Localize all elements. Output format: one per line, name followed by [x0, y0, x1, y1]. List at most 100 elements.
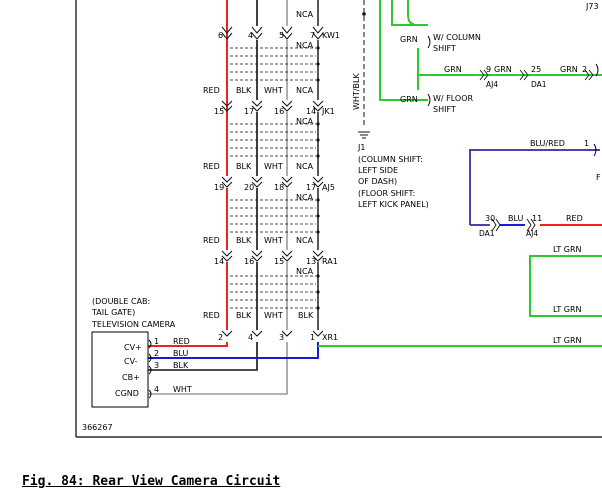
- shift-column-label-2: SHIFT: [433, 44, 456, 53]
- grn-run-color-2: GRN: [494, 65, 512, 74]
- blu-red-letter: F: [596, 173, 601, 182]
- xr1-pin-3: 3: [279, 333, 284, 342]
- aj5-pin-2: 20: [244, 183, 254, 192]
- connector-kw1: NCA 6 4 5 7 KW1 NCA: [218, 10, 340, 50]
- aj5-id: AJ5: [322, 183, 335, 192]
- xr1-color-2: BLK: [236, 311, 252, 320]
- grn-run-color-3: GRN: [560, 65, 578, 74]
- ground-j1: WHT/BLK J1 (COLUMN SHIFT: LEFT SIDE OF D…: [352, 0, 429, 209]
- wiring-diagram: NCA 6 4 5 7 KW1 NCA RED BLK WHT NCA 15 1…: [75, 0, 602, 438]
- figure-caption: Fig. 84: Rear View Camera Circuit: [22, 474, 281, 489]
- camera-wire-color-4: WHT: [173, 385, 192, 394]
- ra1-color-3: WHT: [264, 236, 283, 245]
- aj5-pin-4: 17: [306, 183, 316, 192]
- jk1-pin-1: 15: [214, 107, 224, 116]
- blu-red-pin: 1: [584, 139, 589, 148]
- camera-title-line-1: (DOUBLE CAB:: [92, 297, 150, 306]
- xr1-id: XR1: [322, 333, 338, 342]
- ground-id: J1: [357, 143, 365, 152]
- connector-jk1: RED BLK WHT NCA 15 17 16 14 JK1 NCA: [203, 86, 335, 126]
- kw1-nca: NCA: [296, 41, 314, 50]
- aj5-pin-3: 18: [274, 183, 284, 192]
- figure-id: 366267: [82, 423, 113, 432]
- kw1-pin-2: 4: [248, 31, 253, 40]
- kw1-pin-3: 5: [279, 31, 284, 40]
- ground-note-2: LEFT SIDE: [358, 166, 398, 175]
- aj5-color-2: BLK: [236, 162, 252, 171]
- nca-top: NCA: [296, 10, 314, 19]
- kw1-pin-1: 6: [218, 31, 223, 40]
- television-camera: (DOUBLE CAB: TAIL GATE) TELEVISION CAMER…: [91, 297, 192, 408]
- connector-aj5: RED BLK WHT NCA 19 20 18 17 AJ5 NCA: [203, 162, 335, 202]
- ra1-id: RA1: [322, 257, 338, 266]
- shift-wire-floor: [379, 0, 428, 101]
- lt-grn-circuit: LT GRN LT GRN LT GRN: [318, 245, 602, 347]
- lt-grn-label-3: LT GRN: [553, 336, 582, 345]
- camera-pin-num-4: 4: [154, 385, 159, 394]
- ground-note-4: (FLOOR SHIFT:: [358, 189, 415, 198]
- blu-red-run-conn-left: DA1: [479, 229, 495, 238]
- jk1-nca-below: NCA: [296, 117, 314, 126]
- grn-run-pin-3: 2: [582, 65, 587, 74]
- ra1-color-2: BLK: [236, 236, 252, 245]
- xr1-color-3: WHT: [264, 311, 283, 320]
- xr1-pin-4: 1: [310, 333, 315, 342]
- camera-pin-num-1: 1: [154, 337, 159, 346]
- grn-run-conn-2: DA1: [531, 80, 547, 89]
- camera-wire-color-2: BLU: [173, 349, 189, 358]
- xr1-pin-2: 4: [248, 333, 253, 342]
- grn-run-pin-1: 9: [486, 65, 491, 74]
- kw1-id: KW1: [322, 31, 340, 40]
- blu-red-run-pin-left: 30: [485, 214, 495, 223]
- grn-run-conn-1: AJ4: [486, 80, 498, 89]
- blu-red-run-pin-mid: 11: [532, 214, 542, 223]
- camera-pin-name-1: CV+: [124, 343, 142, 352]
- ra1-color-4: NCA: [296, 236, 314, 245]
- ra1-color-1: RED: [203, 236, 220, 245]
- camera-title-line-3: TELEVISION CAMERA: [91, 320, 176, 329]
- jk1-pin-2: 17: [244, 107, 254, 116]
- jk1-color-4: NCA: [296, 86, 314, 95]
- aj5-pin-1: 19: [214, 183, 224, 192]
- blu-red-color: BLU/RED: [530, 139, 565, 148]
- ra1-nca-below: NCA: [296, 267, 314, 276]
- jk1-color-2: BLK: [236, 86, 252, 95]
- j73-label: J73: [585, 2, 599, 11]
- jk1-pin-3: 16: [274, 107, 284, 116]
- camera-pin-name-2: CV-: [124, 357, 138, 366]
- xr1-color-4: BLK: [298, 311, 314, 320]
- kw1-pin-4: 7: [310, 31, 315, 40]
- ra1-pin-2: 16: [244, 257, 254, 266]
- jk1-color-1: RED: [203, 86, 220, 95]
- shift-floor-label-2: SHIFT: [433, 105, 456, 114]
- xr1-color-1: RED: [203, 311, 220, 320]
- shift-column-wire-label: GRN: [400, 35, 418, 44]
- ra1-pin-1: 14: [214, 257, 224, 266]
- ground-note-3: OF DASH): [358, 177, 397, 186]
- ground-wire-color: WHT/BLK: [352, 73, 361, 110]
- blu-red-run-color-right: RED: [566, 214, 583, 223]
- ra1-pin-3: 15: [274, 257, 284, 266]
- jk1-pin-4: 14: [306, 107, 316, 116]
- camera-pin-num-2: 2: [154, 349, 159, 358]
- grn-run-color-1: GRN: [444, 65, 462, 74]
- connector-chevrons: [221, 26, 324, 337]
- shift-floor-label-1: W/ FLOOR: [433, 94, 474, 103]
- aj5-color-3: WHT: [264, 162, 283, 171]
- blu-red-circuit: BLU/RED 1 F 30 BLU 11 RED DA1 AJ4: [469, 139, 602, 238]
- lt-grn-label-2: LT GRN: [553, 305, 582, 314]
- camera-pin-num-3: 3: [154, 361, 159, 370]
- camera-pin-name-3: CB+: [122, 373, 140, 382]
- ra1-pin-4: 13: [306, 257, 316, 266]
- grn-run-pin-2: 25: [531, 65, 541, 74]
- shift-variants: GRN GRN W/ COLUMN SHIFT W/ FLOOR SHIFT G…: [379, 0, 602, 114]
- aj5-color-1: RED: [203, 162, 220, 171]
- ground-note-5: LEFT KICK PANEL): [358, 200, 429, 209]
- blu-red-run-conn-mid: AJ4: [526, 229, 538, 238]
- xr1-pin-1: 2: [218, 333, 223, 342]
- jk1-id: JK1: [321, 107, 335, 116]
- aj5-nca-below: NCA: [296, 193, 314, 202]
- shift-column-label-1: W/ COLUMN: [433, 33, 481, 42]
- blu-red-run-color-mid: BLU: [508, 214, 524, 223]
- camera-wire-color-3: BLK: [173, 361, 189, 370]
